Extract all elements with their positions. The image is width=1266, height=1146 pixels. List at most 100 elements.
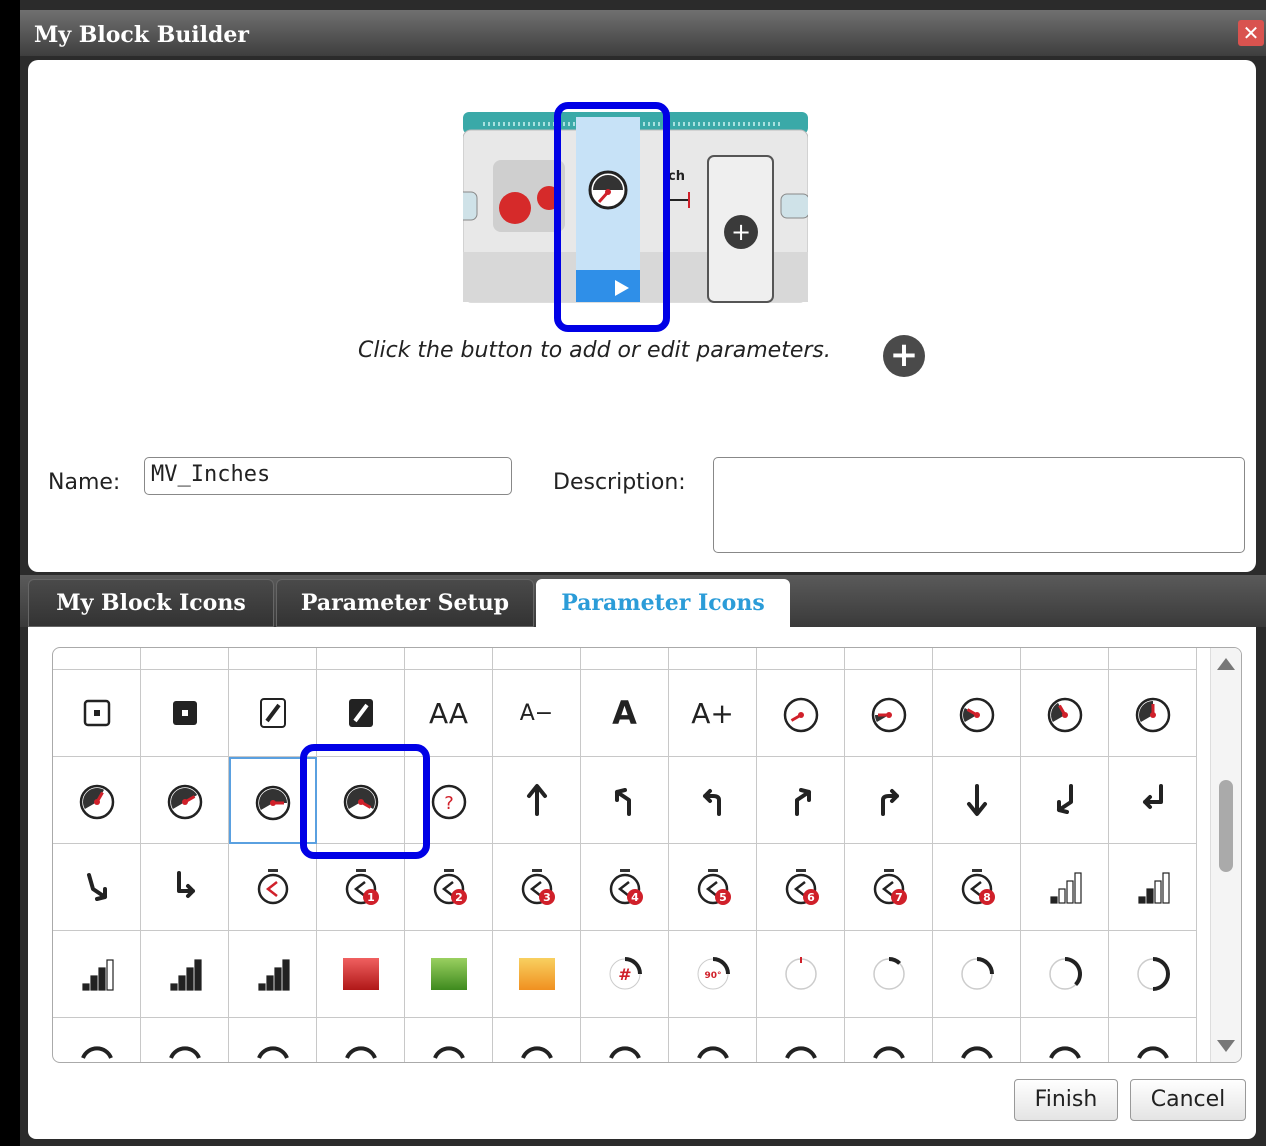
red-square-icon[interactable] (317, 931, 405, 1018)
arrow-down-icon[interactable] (933, 757, 1021, 844)
grid-cell-partial[interactable] (1021, 648, 1109, 670)
svg-text:2: 2 (455, 891, 463, 904)
signal-bars-2-icon[interactable] (1109, 844, 1197, 931)
svg-text:8: 8 (983, 891, 991, 904)
font-size-icon[interactable]: A (581, 670, 669, 757)
arc-2-icon[interactable] (933, 931, 1021, 1018)
svg-text:90°: 90° (704, 971, 721, 981)
curve-down-left-icon[interactable] (1021, 757, 1109, 844)
curve-down-right-icon[interactable] (53, 844, 141, 931)
turn-right-sharp-icon[interactable] (757, 757, 845, 844)
grid-cell-partial[interactable] (493, 648, 581, 670)
arc-1-icon[interactable] (845, 931, 933, 1018)
turn-left-sharp-icon[interactable] (581, 757, 669, 844)
svg-text:7: 7 (895, 891, 903, 904)
timer-8-icon[interactable]: 8 (933, 844, 1021, 931)
scrollbar[interactable] (1210, 648, 1241, 1062)
close-icon[interactable]: ✕ (1238, 20, 1264, 46)
grid-cell-partial[interactable] (581, 648, 669, 670)
grid-cell-partial[interactable] (757, 648, 845, 670)
gauge-4-icon[interactable] (1109, 670, 1197, 757)
gauge-0-icon[interactable] (757, 670, 845, 757)
gauge-6-icon[interactable] (141, 757, 229, 844)
gauge-2-icon[interactable] (933, 670, 1021, 757)
scroll-down-icon[interactable] (1217, 1040, 1235, 1052)
arc-partial-icon[interactable] (1021, 1018, 1109, 1062)
arc-partial-icon[interactable] (317, 1018, 405, 1062)
add-parameters-hint: Click the button to add or edit paramete… (358, 338, 831, 363)
green-square-icon[interactable] (405, 931, 493, 1018)
arc-partial-icon[interactable] (669, 1018, 757, 1062)
font-size-glyph: A+ (691, 696, 734, 730)
font-size-glyph: A− (519, 700, 554, 726)
font-size-icon[interactable]: A− (493, 670, 581, 757)
tab-parameter-icons[interactable]: Parameter Icons (536, 579, 790, 627)
arc-partial-icon[interactable] (581, 1018, 669, 1062)
arc-partial-icon[interactable] (53, 1018, 141, 1062)
icon-grid: AA A− A A+? 1 2 3 4 5 6 7 8 #90° (52, 647, 1242, 1063)
cancel-button[interactable]: Cancel (1130, 1079, 1246, 1121)
orange-square-icon[interactable] (493, 931, 581, 1018)
svg-text:?: ? (444, 793, 454, 814)
svg-text:#: # (618, 965, 631, 984)
name-field[interactable]: MV_Inches (144, 457, 512, 495)
pencil-outline-icon[interactable] (229, 670, 317, 757)
rotation-number-icon[interactable]: # (581, 931, 669, 1018)
square-dot-filled-icon[interactable] (141, 670, 229, 757)
scroll-up-icon[interactable] (1217, 658, 1235, 670)
arrow-up-icon[interactable] (493, 757, 581, 844)
arc-0-icon[interactable] (757, 931, 845, 1018)
arc-partial-icon[interactable] (845, 1018, 933, 1062)
arc-partial-icon[interactable] (493, 1018, 581, 1062)
grid-cell-partial[interactable] (229, 648, 317, 670)
turn-right-icon[interactable] (845, 757, 933, 844)
arc-partial-icon[interactable] (405, 1018, 493, 1062)
timer-5-icon[interactable]: 5 (669, 844, 757, 931)
signal-bars-4-icon[interactable] (141, 931, 229, 1018)
add-parameter-button[interactable]: + (883, 335, 925, 377)
timer-4-icon[interactable]: 4 (581, 844, 669, 931)
title-bar: My Block Builder ✕ (20, 10, 1266, 56)
grid-cell-partial[interactable] (1109, 648, 1197, 670)
grid-cell-partial[interactable] (141, 648, 229, 670)
timer-3-icon[interactable]: 3 (493, 844, 581, 931)
grid-cell-partial[interactable] (53, 648, 141, 670)
arc-partial-icon[interactable] (141, 1018, 229, 1062)
timer-icon[interactable] (229, 844, 317, 931)
square-dot-outline-icon[interactable] (53, 670, 141, 757)
signal-bars-5-icon[interactable] (229, 931, 317, 1018)
turn-left-icon[interactable] (669, 757, 757, 844)
tab-bar: My Block Icons Parameter Setup Parameter… (20, 575, 1266, 627)
arc-4-icon[interactable] (1109, 931, 1197, 1018)
finish-button[interactable]: Finish (1014, 1079, 1118, 1121)
timer-6-icon[interactable]: 6 (757, 844, 845, 931)
return-left-icon[interactable] (1109, 757, 1197, 844)
grid-cell-partial[interactable] (933, 648, 1021, 670)
grid-cell-partial[interactable] (669, 648, 757, 670)
tab-my-block-icons[interactable]: My Block Icons (28, 579, 274, 627)
arc-partial-icon[interactable] (229, 1018, 317, 1062)
gauge-5-icon[interactable] (53, 757, 141, 844)
grid-cell-partial[interactable] (845, 648, 933, 670)
scroll-thumb[interactable] (1219, 780, 1233, 872)
arc-3-icon[interactable] (1021, 931, 1109, 1018)
corner-down-right-icon[interactable] (141, 844, 229, 931)
signal-bars-3-icon[interactable] (53, 931, 141, 1018)
description-label: Description: (553, 470, 686, 495)
grid-cell-partial[interactable] (405, 648, 493, 670)
font-size-icon[interactable]: A+ (669, 670, 757, 757)
timer-7-icon[interactable]: 7 (845, 844, 933, 931)
font-size-glyph: A (612, 694, 637, 732)
parameter-icons-panel: AA A− A A+? 1 2 3 4 5 6 7 8 #90° Finish Cancel (28, 627, 1256, 1139)
gauge-1-icon[interactable] (845, 670, 933, 757)
grid-cell-partial[interactable] (317, 648, 405, 670)
signal-bars-1-icon[interactable] (1021, 844, 1109, 931)
gauge-3-icon[interactable] (1021, 670, 1109, 757)
svg-text:5: 5 (719, 891, 727, 904)
description-field[interactable] (713, 457, 1245, 553)
rotation-degrees-icon[interactable]: 90° (669, 931, 757, 1018)
tab-parameter-setup[interactable]: Parameter Setup (276, 579, 534, 627)
arc-partial-icon[interactable] (1109, 1018, 1197, 1062)
arc-partial-icon[interactable] (933, 1018, 1021, 1062)
arc-partial-icon[interactable] (757, 1018, 845, 1062)
